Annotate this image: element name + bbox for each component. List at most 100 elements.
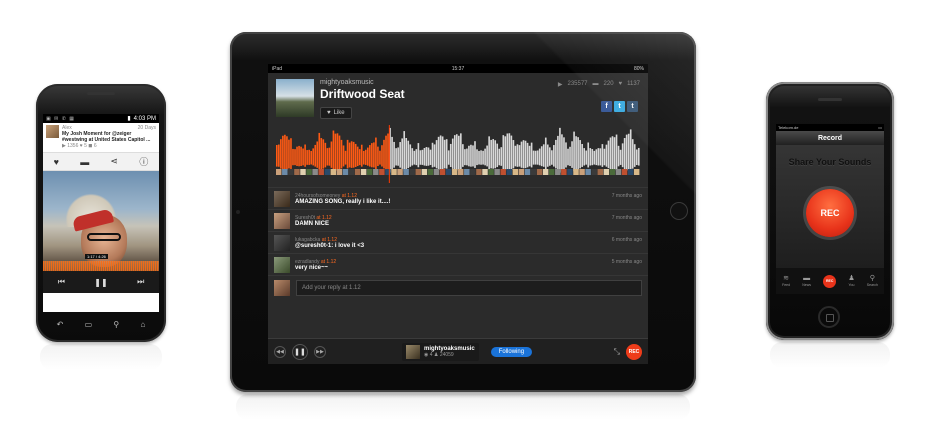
android-waveform[interactable] (43, 261, 159, 271)
waveform-comment-marker[interactable] (397, 169, 403, 175)
waveform-comment-marker[interactable] (348, 169, 355, 175)
waveform-comment-marker[interactable] (621, 169, 628, 175)
waveform-comment-marker[interactable] (500, 169, 506, 175)
waveform-comment-marker[interactable] (336, 169, 343, 175)
waveform-comment-marker[interactable] (615, 169, 622, 175)
tab-search[interactable]: ⚲ Search (867, 275, 878, 287)
comment-row[interactable]: lukagabcka at 1.12 @suresh0t-1: i love i… (268, 231, 648, 253)
comment-user[interactable]: lukagabcka (295, 237, 320, 243)
comment-icon[interactable]: ▬ (80, 157, 89, 167)
waveform-comment-marker[interactable] (330, 169, 337, 175)
waveform-comment-marker[interactable] (603, 169, 610, 175)
previous-icon[interactable]: ◀◀ (274, 345, 286, 358)
waveform-comment-marker[interactable] (488, 169, 494, 175)
comment-user[interactable]: Suresh0t (295, 215, 315, 221)
iphone-home-button[interactable] (818, 306, 840, 328)
reply-input[interactable]: Add your reply at 1.12 (296, 279, 642, 296)
waveform-comment-marker[interactable] (627, 169, 634, 175)
tab-news[interactable]: ▬ News (802, 275, 811, 287)
waveform-comment-marker[interactable] (306, 169, 312, 175)
waveform-comment-marker[interactable] (318, 169, 324, 175)
menu-key-icon[interactable]: ▭ (85, 320, 93, 329)
waveform-comment-marker[interactable] (294, 169, 300, 175)
waveform-comment-marker[interactable] (379, 169, 385, 175)
waveform-comment-marker[interactable] (524, 169, 531, 175)
playhead[interactable] (388, 125, 390, 183)
waveform-comment-marker[interactable] (367, 169, 373, 175)
like-button[interactable]: ♥ Like (320, 107, 352, 119)
comment-row[interactable]: 24hoursofsomeoney at 1.12 AMAZING SONG, … (268, 187, 648, 209)
comment-user[interactable]: ezradlandy (295, 259, 319, 265)
waveform-comment-marker[interactable] (415, 169, 421, 175)
waveform-comment-marker[interactable] (561, 169, 567, 175)
waveform-comment-marker[interactable] (433, 169, 440, 175)
next-icon[interactable]: ⏭ (137, 277, 144, 287)
waveform-comment-marker[interactable] (288, 169, 294, 175)
waveform-comment-marker[interactable] (282, 169, 288, 175)
waveform-comment-marker[interactable] (579, 169, 585, 175)
expand-icon[interactable]: ⤡ (614, 347, 620, 357)
waveform-comment-marker[interactable] (518, 169, 525, 175)
facebook-icon[interactable]: f (601, 101, 612, 112)
waveform-comment-marker[interactable] (276, 169, 282, 175)
comment-user[interactable]: 24hoursofsomeoney (295, 193, 340, 199)
waveform-comment-marker[interactable] (506, 169, 512, 175)
share-icon[interactable]: ⋖ (111, 156, 119, 167)
waveform-comment-marker[interactable] (633, 169, 640, 175)
back-key-icon[interactable]: ↶ (57, 320, 64, 329)
pause-icon[interactable]: ❚❚ (94, 278, 107, 287)
waveform-comment-marker[interactable] (312, 169, 318, 175)
waveform-comment-marker[interactable] (403, 169, 409, 175)
waveform-comment-marker[interactable] (470, 169, 476, 175)
twitter-icon[interactable]: t (614, 101, 625, 112)
waveform-comment-marker[interactable] (609, 169, 616, 175)
tab-you[interactable]: ♟ You (848, 275, 854, 287)
waveform-comment-marker[interactable] (360, 169, 367, 175)
tab-rec[interactable]: REC (823, 274, 837, 288)
waveform-comment-marker[interactable] (427, 169, 434, 175)
waveform-comment-marker[interactable] (476, 169, 482, 175)
waveform-comment-marker[interactable] (300, 169, 306, 175)
waveform-comment-marker[interactable] (354, 169, 361, 175)
waveform-comment-marker[interactable] (421, 169, 428, 175)
comment-row[interactable]: Suresh0t at 1.12 DAMN NICE 7 months ago (268, 209, 648, 231)
waveform-comment-marker[interactable] (445, 169, 452, 175)
waveform-comment-marker[interactable] (409, 169, 415, 175)
tumblr-icon[interactable]: t (627, 101, 638, 112)
rec-button[interactable]: REC (626, 343, 642, 360)
waveform-comment-marker[interactable] (324, 169, 330, 175)
waveform-comment-marker[interactable] (458, 169, 464, 175)
home-key-icon[interactable]: ⌂ (141, 320, 146, 329)
now-playing-user[interactable]: mightyoaksmusic ◉ 4 ♟ 24059 (402, 342, 479, 361)
waveform-comment-marker[interactable] (464, 169, 470, 175)
android-track-header[interactable]: Alex 20 Days My Josh Moment for @zeiger … (43, 123, 159, 153)
waveform-comment-marker[interactable] (385, 169, 391, 175)
android-track-artwork[interactable]: 1:17 / 4:26 (43, 171, 159, 271)
waveform-comment-marker[interactable] (530, 169, 537, 175)
waveform[interactable] (276, 125, 640, 183)
waveform-comment-marker[interactable] (342, 169, 349, 175)
waveform-comment-marker[interactable] (391, 169, 397, 175)
info-icon[interactable]: ⓘ (139, 155, 148, 168)
heart-icon[interactable]: ♥ (54, 157, 59, 167)
waveform-comment-marker[interactable] (591, 169, 597, 175)
waveform-comment-marker[interactable] (585, 169, 591, 175)
waveform-comment-marker[interactable] (482, 169, 488, 175)
waveform-comment-marker[interactable] (536, 169, 543, 175)
waveform-comment-marker[interactable] (542, 169, 549, 175)
comment-row[interactable]: ezradlandy at 1.12 very nice~~ 5 months … (268, 253, 648, 275)
next-icon[interactable]: ▶▶ (314, 345, 326, 358)
waveform-comment-marker[interactable] (512, 169, 519, 175)
waveform-comment-marker[interactable] (451, 169, 458, 175)
waveform-comment-marker[interactable] (567, 169, 573, 175)
rec-button[interactable]: REC (806, 189, 854, 237)
tab-feed[interactable]: ≋ Feed (782, 275, 790, 287)
following-button[interactable]: Following (490, 346, 533, 357)
waveform-comment-marker[interactable] (555, 169, 561, 175)
waveform-comment-marker[interactable] (439, 169, 446, 175)
waveform-comment-marker[interactable] (597, 169, 603, 175)
waveform-comment-marker[interactable] (373, 169, 379, 175)
waveform-comment-marker[interactable] (494, 169, 500, 175)
previous-icon[interactable]: ⏮ (58, 277, 65, 287)
waveform-comment-marker[interactable] (549, 169, 555, 175)
